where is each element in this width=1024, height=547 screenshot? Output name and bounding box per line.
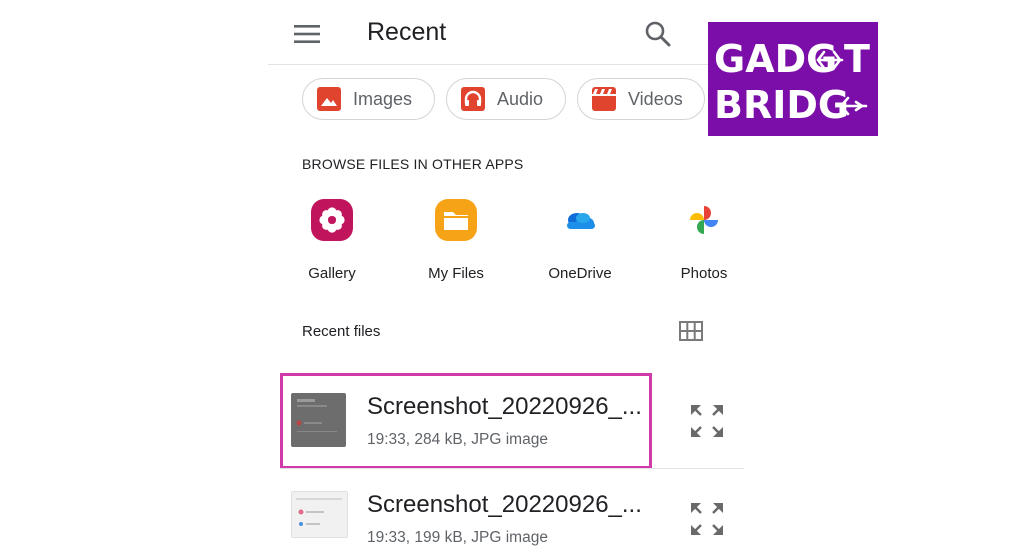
app-label: Gallery [308, 265, 356, 282]
svg-text:BRIDG: BRIDG [714, 83, 849, 127]
app-photos[interactable]: Photos [659, 198, 749, 282]
app-gallery[interactable]: Gallery [287, 198, 377, 282]
headphones-icon [461, 87, 485, 111]
app-label: Photos [680, 265, 728, 282]
expand-button[interactable] [690, 502, 724, 536]
expand-icon [691, 405, 723, 437]
header-divider [268, 64, 744, 65]
svg-text:T: T [844, 37, 870, 81]
menu-button[interactable] [294, 24, 320, 44]
page-title: Recent [367, 18, 447, 46]
gadget-bridge-logo: GADG T BRIDG [708, 22, 878, 136]
folder-icon [435, 199, 477, 241]
highlight-box [280, 373, 652, 469]
browse-heading: BROWSE FILES IN OTHER APPS [302, 156, 524, 172]
gallery-icon [311, 199, 353, 241]
app-label: My Files [428, 265, 484, 282]
chip-audio[interactable]: Audio [446, 78, 566, 120]
onedrive-icon [567, 213, 595, 229]
chip-label: Images [353, 88, 413, 109]
menu-icon [294, 25, 320, 43]
chip-videos[interactable]: Videos [577, 78, 705, 120]
app-onedrive[interactable]: OneDrive [535, 198, 625, 282]
file-name: Screenshot_20220926_... [367, 491, 642, 518]
chip-label: Audio [497, 88, 544, 109]
app-my-files[interactable]: My Files [411, 198, 501, 282]
row-divider [280, 468, 744, 469]
chip-images[interactable]: Images [302, 78, 435, 120]
clapperboard-icon [592, 87, 616, 111]
search-button[interactable] [644, 20, 672, 48]
expand-button[interactable] [690, 404, 724, 438]
expand-icon [691, 503, 723, 535]
chip-label: Videos [628, 88, 683, 109]
recent-files-heading: Recent files [302, 323, 381, 340]
image-icon [317, 87, 341, 111]
photos-pinwheel-icon [690, 206, 718, 234]
grid-view-icon [679, 321, 703, 341]
file-meta: 19:33, 199 kB, JPG image [367, 529, 548, 546]
grid-view-button[interactable] [679, 321, 703, 341]
app-label: OneDrive [548, 265, 612, 282]
file-thumbnail [291, 491, 348, 538]
search-icon [645, 21, 671, 47]
